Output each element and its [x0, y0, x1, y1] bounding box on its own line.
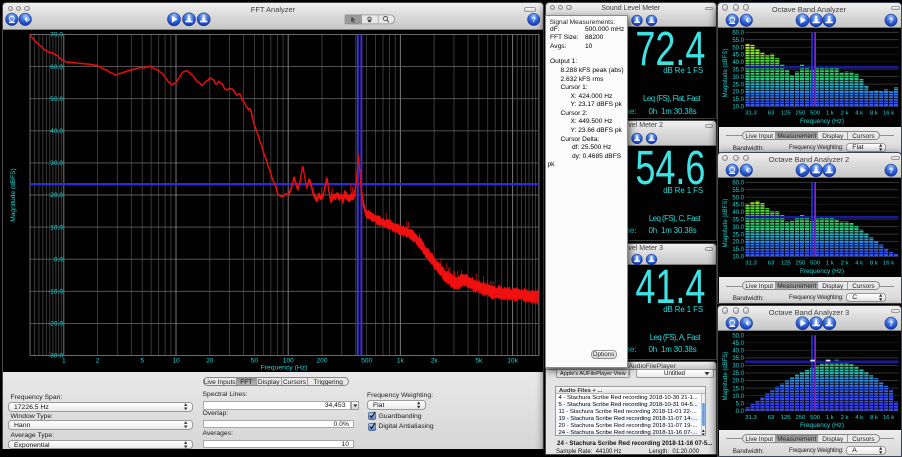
svg-text:16 k: 16 k [883, 261, 894, 267]
svg-text:20.0: 20.0 [50, 192, 63, 199]
svg-text:45.0: 45.0 [732, 203, 744, 209]
svg-text:8 k: 8 k [870, 261, 878, 267]
svg-text:1 k: 1 k [826, 261, 834, 267]
svg-text:8 k: 8 k [870, 110, 878, 116]
svg-text:50.0: 50.0 [50, 96, 63, 103]
svg-text:10.0: 10.0 [50, 224, 63, 231]
svg-text:Frequency (Hz): Frequency (Hz) [261, 365, 308, 372]
svg-text:?: ? [888, 166, 893, 175]
svg-text:50: 50 [251, 358, 259, 365]
svg-text:20: 20 [206, 358, 214, 365]
svg-text:55.0: 55.0 [732, 188, 744, 194]
svg-text:25.0: 25.0 [732, 82, 744, 88]
svg-text:Frequency (Hz): Frequency (Hz) [800, 118, 844, 125]
svg-text:Magnitude (dBFS): Magnitude (dBFS) [10, 168, 17, 222]
svg-text:31.3: 31.3 [745, 261, 757, 267]
svg-text:8 k: 8 k [870, 415, 878, 421]
svg-text:50.0: 50.0 [732, 333, 744, 339]
svg-text:125: 125 [781, 415, 792, 421]
svg-text:2: 2 [96, 358, 100, 365]
svg-text:25.0: 25.0 [732, 371, 744, 377]
svg-text:2 k: 2 k [841, 110, 849, 116]
svg-text:Frequency (Hz): Frequency (Hz) [800, 268, 844, 275]
svg-text:63: 63 [768, 110, 775, 116]
svg-text:55.0: 55.0 [732, 38, 744, 44]
svg-text:4 k: 4 k [855, 415, 863, 421]
svg-text:35.0: 35.0 [732, 67, 744, 73]
svg-text:35.0: 35.0 [732, 218, 744, 224]
svg-text:500: 500 [810, 110, 821, 116]
svg-text:?: ? [888, 319, 893, 328]
svg-text:250: 250 [795, 415, 806, 421]
svg-text:25.0: 25.0 [732, 232, 744, 238]
svg-text:20.0: 20.0 [732, 379, 744, 385]
svg-text:Magnitude (dBFS): Magnitude (dBFS) [723, 48, 729, 97]
svg-text:250: 250 [795, 261, 806, 267]
svg-text:500: 500 [810, 415, 821, 421]
svg-text:5: 5 [140, 358, 144, 365]
svg-text:63: 63 [768, 261, 775, 267]
svg-text:2k: 2k [431, 358, 439, 365]
svg-text:45.0: 45.0 [732, 341, 744, 347]
svg-text:500: 500 [810, 261, 821, 267]
svg-text:50.0: 50.0 [732, 45, 744, 51]
svg-text:1 k: 1 k [826, 415, 834, 421]
svg-text:200: 200 [316, 358, 327, 365]
svg-text:63: 63 [768, 415, 775, 421]
svg-text:20.0: 20.0 [732, 240, 744, 246]
svg-text:?: ? [888, 16, 893, 25]
svg-text:45.0: 45.0 [732, 52, 744, 58]
svg-text:1: 1 [62, 358, 66, 365]
svg-text:2 k: 2 k [841, 261, 849, 267]
svg-text:5k: 5k [475, 358, 483, 365]
svg-text:500: 500 [361, 358, 372, 365]
svg-text:30.0: 30.0 [732, 225, 744, 231]
svg-text:0.0: 0.0 [54, 256, 63, 263]
svg-text:31.3: 31.3 [745, 415, 757, 421]
svg-text:250: 250 [795, 110, 806, 116]
svg-text:15.0: 15.0 [732, 247, 744, 253]
svg-text:-10.0: -10.0 [48, 289, 63, 296]
svg-text:Magnitude (dBFS): Magnitude (dBFS) [723, 199, 729, 248]
svg-text:30.0: 30.0 [50, 160, 63, 167]
svg-text:4 k: 4 k [855, 110, 863, 116]
svg-text:100: 100 [283, 358, 294, 365]
svg-text:50.0: 50.0 [732, 195, 744, 201]
svg-text:40.0: 40.0 [732, 210, 744, 216]
svg-text:10.0: 10.0 [732, 255, 744, 261]
svg-text:60.0: 60.0 [50, 64, 63, 71]
svg-text:20.0: 20.0 [732, 89, 744, 95]
svg-text:-20.0: -20.0 [48, 321, 63, 328]
svg-text:10.0: 10.0 [732, 394, 744, 400]
svg-text:70.0: 70.0 [50, 32, 63, 39]
svg-text:125: 125 [781, 261, 792, 267]
svg-text:15.0: 15.0 [732, 386, 744, 392]
svg-text:35.0: 35.0 [732, 356, 744, 362]
svg-text:16 k: 16 k [883, 415, 894, 421]
svg-text:30.0: 30.0 [732, 75, 744, 81]
svg-text:60.0: 60.0 [732, 181, 744, 187]
svg-text:125: 125 [781, 110, 792, 116]
svg-text:31.3: 31.3 [745, 110, 757, 116]
svg-text:10: 10 [172, 358, 180, 365]
svg-text:60.0: 60.0 [732, 30, 744, 36]
svg-text:1k: 1k [397, 358, 405, 365]
svg-text:1 k: 1 k [826, 110, 834, 116]
svg-text:5.0: 5.0 [736, 401, 745, 407]
svg-text:Magnitude (dBFS): Magnitude (dBFS) [723, 351, 729, 400]
svg-text:?: ? [531, 15, 536, 24]
svg-text:4 k: 4 k [855, 261, 863, 267]
svg-text:40.0: 40.0 [732, 60, 744, 66]
svg-text:0.0: 0.0 [736, 409, 745, 415]
svg-text:40.0: 40.0 [732, 348, 744, 354]
svg-text:40.0: 40.0 [50, 128, 63, 135]
svg-text:15.0: 15.0 [732, 97, 744, 103]
svg-text:16 k: 16 k [883, 110, 894, 116]
svg-text:30.0: 30.0 [732, 363, 744, 369]
svg-text:10.0: 10.0 [732, 104, 744, 110]
svg-text:Frequency (Hz): Frequency (Hz) [800, 422, 844, 429]
svg-text:10k: 10k [507, 358, 518, 365]
svg-text:2 k: 2 k [841, 415, 849, 421]
